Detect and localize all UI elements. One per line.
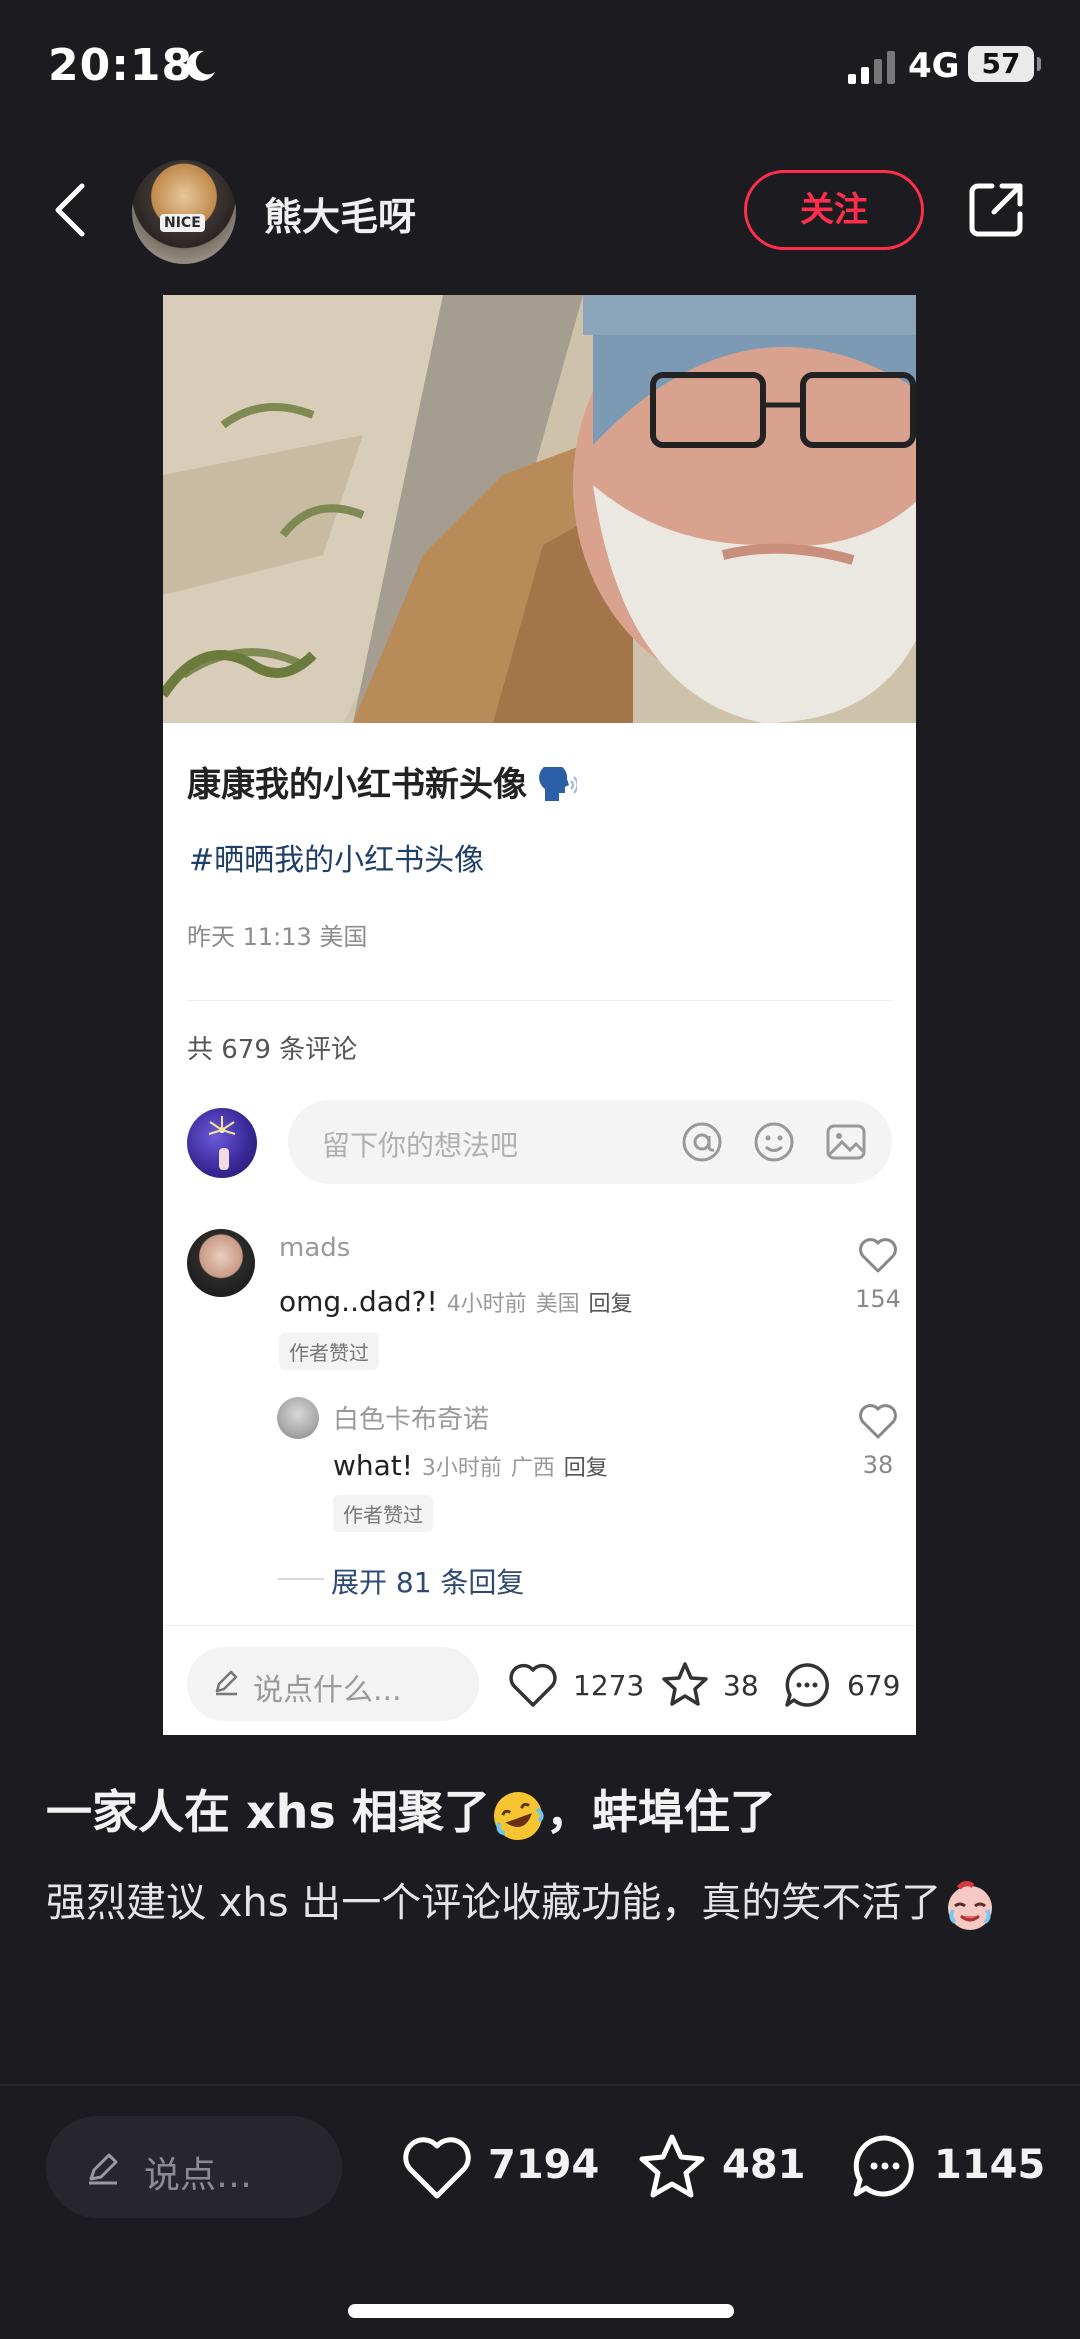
- status-bar: 20:18 4G 57: [0, 0, 1080, 130]
- reply-like-count: 38: [862, 1451, 894, 1479]
- comment-body: omg..dad?!: [279, 1285, 438, 1318]
- crying-face-icon: [948, 1880, 993, 1930]
- comment-location: 美国: [535, 1292, 580, 1317]
- reply-link[interactable]: 回复: [564, 1456, 608, 1481]
- author-username[interactable]: 熊大毛呀: [264, 186, 416, 241]
- avatar-caption: NICE: [160, 214, 205, 232]
- bottom-comment-input[interactable]: 说点…: [46, 2116, 342, 2218]
- heart-icon[interactable]: [400, 2132, 474, 2202]
- reply-link[interactable]: 回复: [589, 1292, 633, 1317]
- card-star-count: 38: [723, 1669, 759, 1702]
- divider: [278, 1578, 324, 1580]
- reply-text: what! 3小时前 广西 回复: [333, 1449, 608, 1482]
- comment-input[interactable]: 留下你的想法吧: [288, 1100, 892, 1184]
- note-title: 康康我的小红书新头像: [187, 757, 577, 807]
- author-liked-badge: 作者赞过: [333, 1495, 433, 1532]
- star-icon[interactable]: [659, 1659, 711, 1711]
- card-input-placeholder: 说点什么...: [253, 1673, 402, 1708]
- like-count: 7194: [488, 2142, 600, 2188]
- speaking-head-icon: [539, 766, 577, 801]
- battery-indicator: 57: [968, 46, 1041, 82]
- follow-button[interactable]: 关注: [744, 170, 924, 250]
- firework-icon: [208, 1116, 236, 1170]
- at-mention-icon[interactable]: [680, 1120, 724, 1164]
- heart-icon[interactable]: [507, 1659, 559, 1711]
- share-icon[interactable]: [966, 178, 1028, 240]
- heart-icon[interactable]: [857, 1401, 899, 1441]
- post-title-text: 一家人在 xhs 相聚了: [46, 1785, 490, 1839]
- star-icon[interactable]: [635, 2132, 709, 2202]
- commenter-avatar[interactable]: [187, 1229, 255, 1297]
- author-liked-badge: 作者赞过: [279, 1333, 379, 1370]
- my-avatar: [187, 1108, 257, 1178]
- replier-avatar[interactable]: [277, 1397, 319, 1439]
- note-meta: 昨天 11:13 美国: [187, 923, 368, 951]
- card-comment-input[interactable]: 说点什么...: [187, 1647, 479, 1721]
- hashtag-link[interactable]: #晒晒我的小红书头像: [189, 835, 484, 879]
- divider: [163, 1625, 916, 1626]
- post-body: 强烈建议 xhs 出一个评论收藏功能，真的笑不活了: [46, 1866, 1036, 1940]
- commenter-name[interactable]: mads: [279, 1233, 350, 1263]
- comment-count: 共 679 条评论: [187, 1035, 358, 1065]
- heart-icon[interactable]: [857, 1235, 899, 1275]
- reply-time: 3小时前: [421, 1456, 502, 1481]
- pencil-icon: [215, 1670, 238, 1696]
- comment-count-total: 1145: [934, 2142, 1046, 2188]
- pencil-icon: [89, 2153, 118, 2185]
- divider: [0, 2084, 1080, 2086]
- star-count: 481: [722, 2142, 806, 2188]
- comment-time: 4小时前: [446, 1292, 527, 1317]
- divider: [187, 1000, 892, 1001]
- card-like-count: 1273: [573, 1669, 645, 1702]
- image-icon[interactable]: [824, 1120, 868, 1164]
- author-avatar[interactable]: NICE: [132, 160, 236, 264]
- expand-replies-link[interactable]: 展开 81 条回复: [331, 1561, 524, 1601]
- network-type: 4G: [908, 46, 960, 86]
- home-indicator[interactable]: [348, 2304, 734, 2318]
- post-title-tail: ，蚌埠住了: [545, 1785, 776, 1839]
- embedded-screenshot: 康康我的小红书新头像 #晒晒我的小红书头像 昨天 11:13 美国 共 679 …: [163, 295, 916, 1735]
- emoji-icon[interactable]: [752, 1120, 796, 1164]
- rofl-emoji-icon: [493, 1791, 544, 1840]
- signal-icon: [848, 51, 895, 84]
- comment-bubble-icon[interactable]: [848, 2132, 922, 2202]
- post-title: 一家人在 xhs 相聚了 ，蚌埠住了: [46, 1776, 776, 1844]
- back-arrow-icon[interactable]: [50, 180, 90, 240]
- comment-input-placeholder: 留下你的想法吧: [322, 1129, 519, 1162]
- note-title-text: 康康我的小红书新头像: [187, 765, 527, 805]
- comment-bubble-icon[interactable]: [781, 1659, 833, 1711]
- reply-body: what!: [333, 1449, 414, 1482]
- moon-icon: [186, 50, 215, 81]
- selfie-photo: [163, 295, 916, 723]
- replier-name[interactable]: 白色卡布奇诺: [333, 1399, 489, 1436]
- reply-location: 广西: [510, 1456, 555, 1481]
- bottom-input-placeholder: 说点…: [144, 2155, 253, 2196]
- card-comment-count: 679: [847, 1669, 901, 1702]
- comment-text: omg..dad?! 4小时前 美国 回复: [279, 1285, 633, 1318]
- status-time: 20:18: [48, 40, 194, 91]
- post-body-text: 强烈建议 xhs 出一个评论收藏功能，真的笑不活了: [46, 1880, 942, 1926]
- comment-like-count: 154: [855, 1285, 901, 1313]
